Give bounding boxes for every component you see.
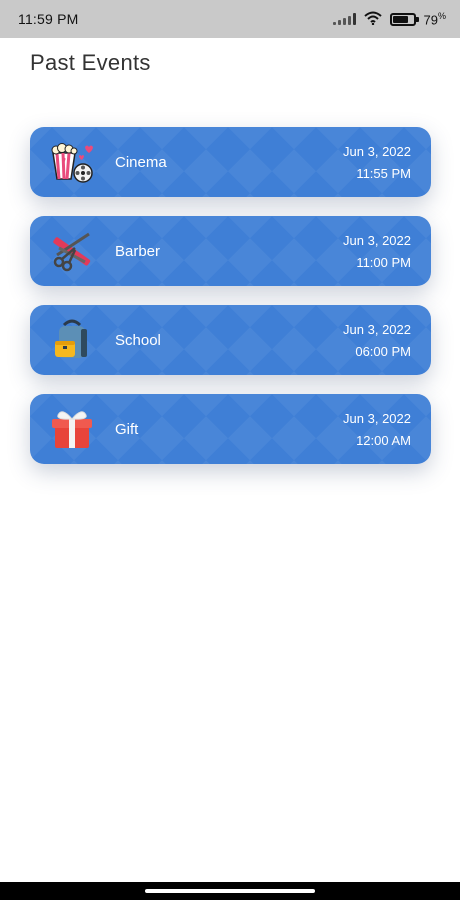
event-date: Jun 3, 2022 bbox=[343, 321, 411, 337]
signal-icon bbox=[332, 13, 356, 25]
status-time: 11:59 PM bbox=[18, 11, 79, 27]
event-name: Cinema bbox=[115, 153, 167, 171]
event-time: 06:00 PM bbox=[355, 343, 411, 359]
event-card-gift[interactable]: Gift Jun 3, 2022 12:00 AM bbox=[30, 394, 431, 464]
event-card-barber[interactable]: Barber Jun 3, 2022 11:00 PM bbox=[30, 216, 431, 286]
event-time: 12:00 AM bbox=[356, 432, 411, 448]
event-name: School bbox=[115, 331, 161, 349]
event-time: 11:55 PM bbox=[356, 165, 411, 181]
home-indicator[interactable] bbox=[145, 889, 315, 893]
event-date: Jun 3, 2022 bbox=[343, 410, 411, 426]
wifi-icon bbox=[363, 11, 382, 28]
status-bar: 11:59 PM 79% bbox=[0, 0, 460, 38]
system-nav-bar bbox=[0, 882, 460, 900]
status-icons: 79% bbox=[332, 10, 446, 28]
screen: 11:59 PM 79% Past Events Cinema Jun 3, 2… bbox=[0, 0, 460, 900]
battery-icon bbox=[389, 12, 419, 26]
event-time: 11:00 PM bbox=[356, 254, 411, 270]
event-datetime: Jun 3, 2022 12:00 AM bbox=[343, 411, 411, 448]
event-date: Jun 3, 2022 bbox=[343, 143, 411, 159]
event-list: Cinema Jun 3, 2022 11:55 PM Barber Jun 3 bbox=[30, 127, 431, 483]
event-name: Gift bbox=[115, 420, 139, 438]
event-card-school[interactable]: School Jun 3, 2022 06:00 PM bbox=[30, 305, 431, 375]
event-date: Jun 3, 2022 bbox=[343, 232, 411, 248]
backpack-icon bbox=[48, 316, 96, 364]
popcorn-film-icon bbox=[48, 138, 96, 186]
event-datetime: Jun 3, 2022 06:00 PM bbox=[343, 322, 411, 359]
scissors-comb-icon bbox=[48, 227, 96, 275]
event-datetime: Jun 3, 2022 11:55 PM bbox=[343, 144, 411, 181]
battery-fill bbox=[392, 15, 408, 23]
gift-box-icon bbox=[48, 405, 96, 453]
battery-percent: 79% bbox=[423, 10, 446, 28]
event-card-cinema[interactable]: Cinema Jun 3, 2022 11:55 PM bbox=[30, 127, 431, 197]
page-title: Past Events bbox=[30, 50, 151, 75]
event-name: Barber bbox=[115, 242, 161, 260]
event-datetime: Jun 3, 2022 11:00 PM bbox=[343, 233, 411, 270]
